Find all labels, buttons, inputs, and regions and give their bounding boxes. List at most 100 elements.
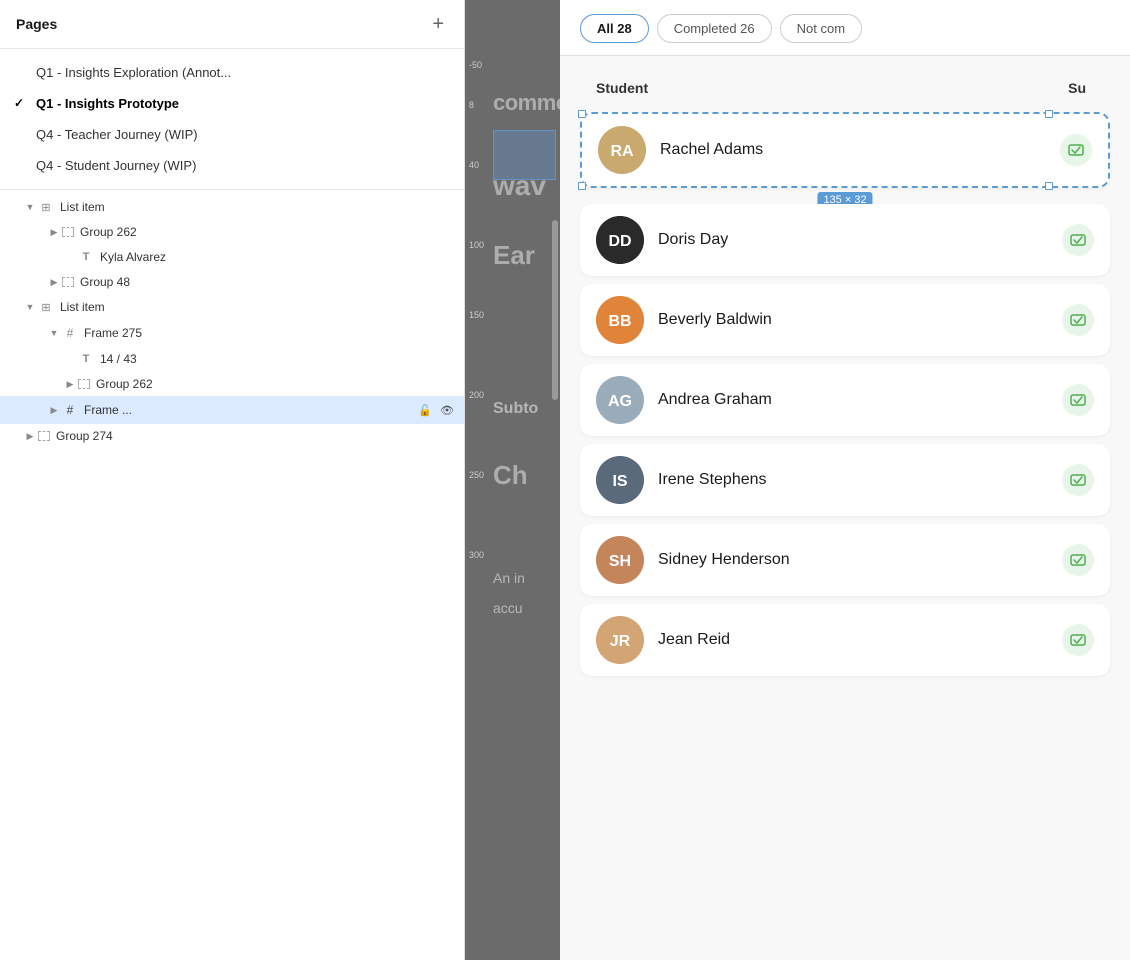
table-header: Student Su: [580, 72, 1110, 104]
canvas-text-ch: Ch: [493, 460, 528, 491]
layer-label: Group 262: [96, 377, 456, 391]
ruler-tick: 8: [469, 100, 474, 110]
avatar-beverly: BB: [596, 296, 644, 344]
svg-text:JR: JR: [610, 633, 631, 650]
layer-group-274[interactable]: Group 274: [0, 424, 464, 448]
page-item-q4-student[interactable]: Q4 - Student Journey (WIP): [0, 150, 464, 181]
layer-group-48[interactable]: Group 48: [0, 270, 464, 294]
columns-icon: ⊞: [38, 299, 54, 315]
page-label: Q4 - Student Journey (WIP): [36, 158, 196, 173]
canvas-text-an-in: An in: [493, 570, 525, 586]
layer-frame-275[interactable]: # Frame 275: [0, 320, 464, 346]
canvas-text-accu: accu: [493, 600, 523, 616]
chevron-down-icon: [48, 327, 60, 339]
page-item-q4-teacher[interactable]: Q4 - Teacher Journey (WIP): [0, 119, 464, 150]
chevron-right-icon: [24, 430, 36, 442]
status-icon-beverly: [1062, 304, 1094, 336]
avatar-doris: DD: [596, 216, 644, 264]
dashed-rect-icon: [62, 277, 74, 287]
student-row-jean[interactable]: JR Jean Reid: [580, 604, 1110, 676]
right-panel: All 28 Completed 26 Not com Student Su 1…: [560, 0, 1130, 960]
hash-icon: #: [62, 402, 78, 418]
status-icon-rachel: [1060, 134, 1092, 166]
avatar-rachel: RA: [598, 126, 646, 174]
selection-handle-br: [1045, 182, 1053, 190]
chevron-down-icon: [24, 301, 36, 313]
dashed-rect-icon: [62, 227, 74, 237]
tab-completed[interactable]: Completed 26: [657, 14, 772, 43]
page-label: Q1 - Insights Prototype: [36, 96, 179, 111]
layer-label: 14 / 43: [100, 352, 456, 366]
visibility-button[interactable]: 👁: [438, 401, 456, 419]
pages-header: Pages +: [0, 0, 464, 49]
layer-tree: ⊞ List item Group 262 T Kyla Alvarez Gro…: [0, 190, 464, 960]
dashed-rect-icon: [78, 379, 90, 389]
status-icon-doris: [1062, 224, 1094, 256]
chevron-right-icon: [64, 378, 76, 390]
canvas-text-commo: commo: [493, 90, 560, 116]
student-row-andrea[interactable]: AG Andrea Graham: [580, 364, 1110, 436]
svg-text:AG: AG: [608, 393, 632, 410]
page-label: Q1 - Insights Exploration (Annot...: [36, 65, 231, 80]
ruler-tick: 40: [469, 160, 479, 170]
scrollbar-thumb[interactable]: [552, 220, 558, 400]
pages-title: Pages: [16, 16, 57, 32]
layer-list-item-1[interactable]: ⊞ List item: [0, 194, 464, 220]
student-name-sidney: Sidney Henderson: [658, 551, 1062, 569]
layer-14-43[interactable]: T 14 / 43: [0, 346, 464, 372]
svg-text:SH: SH: [609, 553, 631, 570]
tab-all[interactable]: All 28: [580, 14, 649, 43]
status-icon-andrea: [1062, 384, 1094, 416]
tab-not-completed[interactable]: Not com: [780, 14, 862, 43]
avatar-andrea: AG: [596, 376, 644, 424]
chevron-right-icon: [48, 276, 60, 288]
status-icon-jean: [1062, 624, 1094, 656]
table-container: Student Su 135 × 32 RA Rachel Adams: [560, 56, 1130, 960]
text-icon: T: [78, 249, 94, 265]
student-row-sidney[interactable]: SH Sidney Henderson: [580, 524, 1110, 596]
layer-group-262-a[interactable]: Group 262: [0, 220, 464, 244]
ruler-tick: -50: [469, 60, 482, 70]
svg-text:RA: RA: [610, 143, 634, 160]
status-icon-irene: [1062, 464, 1094, 496]
layer-list-item-2[interactable]: ⊞ List item: [0, 294, 464, 320]
chevron-right-icon: [48, 226, 60, 238]
student-name-doris: Doris Day: [658, 231, 1062, 249]
student-name-andrea: Andrea Graham: [658, 391, 1062, 409]
student-row-rachel[interactable]: 135 × 32 RA Rachel Adams: [580, 112, 1110, 188]
layer-actions: 🔓 👁: [416, 401, 456, 419]
col-student-header: Student: [596, 80, 1034, 96]
student-name-jean: Jean Reid: [658, 631, 1062, 649]
layer-label: Frame 275: [84, 326, 456, 340]
layer-frame-dots[interactable]: # Frame ... 🔓 👁: [0, 396, 464, 424]
layer-label: Frame ...: [84, 403, 416, 417]
chevron-right-icon: [48, 404, 60, 416]
student-row-beverly[interactable]: BB Beverly Baldwin: [580, 284, 1110, 356]
layer-group-262-b[interactable]: Group 262: [0, 372, 464, 396]
canvas-text-subto: Subto: [493, 400, 538, 418]
layer-label: Kyla Alvarez: [100, 250, 456, 264]
selection-handle-tl: [578, 110, 586, 118]
student-name-rachel: Rachel Adams: [660, 141, 1060, 159]
ruler-tick: 100: [469, 240, 484, 250]
ruler-tick: 300: [469, 550, 484, 560]
student-row-irene[interactable]: IS Irene Stephens: [580, 444, 1110, 516]
layer-label: List item: [60, 200, 456, 214]
student-row-doris[interactable]: DD Doris Day: [580, 204, 1110, 276]
canvas-text-ear: Ear: [493, 240, 535, 271]
page-item-q1-proto[interactable]: Q1 - Insights Prototype: [0, 88, 464, 119]
page-item-q1-annot[interactable]: Q1 - Insights Exploration (Annot...: [0, 57, 464, 88]
avatar-jean: JR: [596, 616, 644, 664]
dashed-rect-icon: [38, 431, 50, 441]
svg-text:BB: BB: [608, 313, 631, 330]
student-name-beverly: Beverly Baldwin: [658, 311, 1062, 329]
add-page-button[interactable]: +: [428, 14, 448, 34]
layer-label: Group 48: [80, 275, 456, 289]
lock-button[interactable]: 🔓: [416, 401, 434, 419]
status-icon-sidney: [1062, 544, 1094, 576]
layer-kyla-alvarez[interactable]: T Kyla Alvarez: [0, 244, 464, 270]
canvas-ruler-area: -50 8 40 100 150 200 250 300 commo wav E…: [465, 0, 560, 960]
student-name-irene: Irene Stephens: [658, 471, 1062, 489]
layer-label: List item: [60, 300, 456, 314]
layer-label: Group 262: [80, 225, 456, 239]
